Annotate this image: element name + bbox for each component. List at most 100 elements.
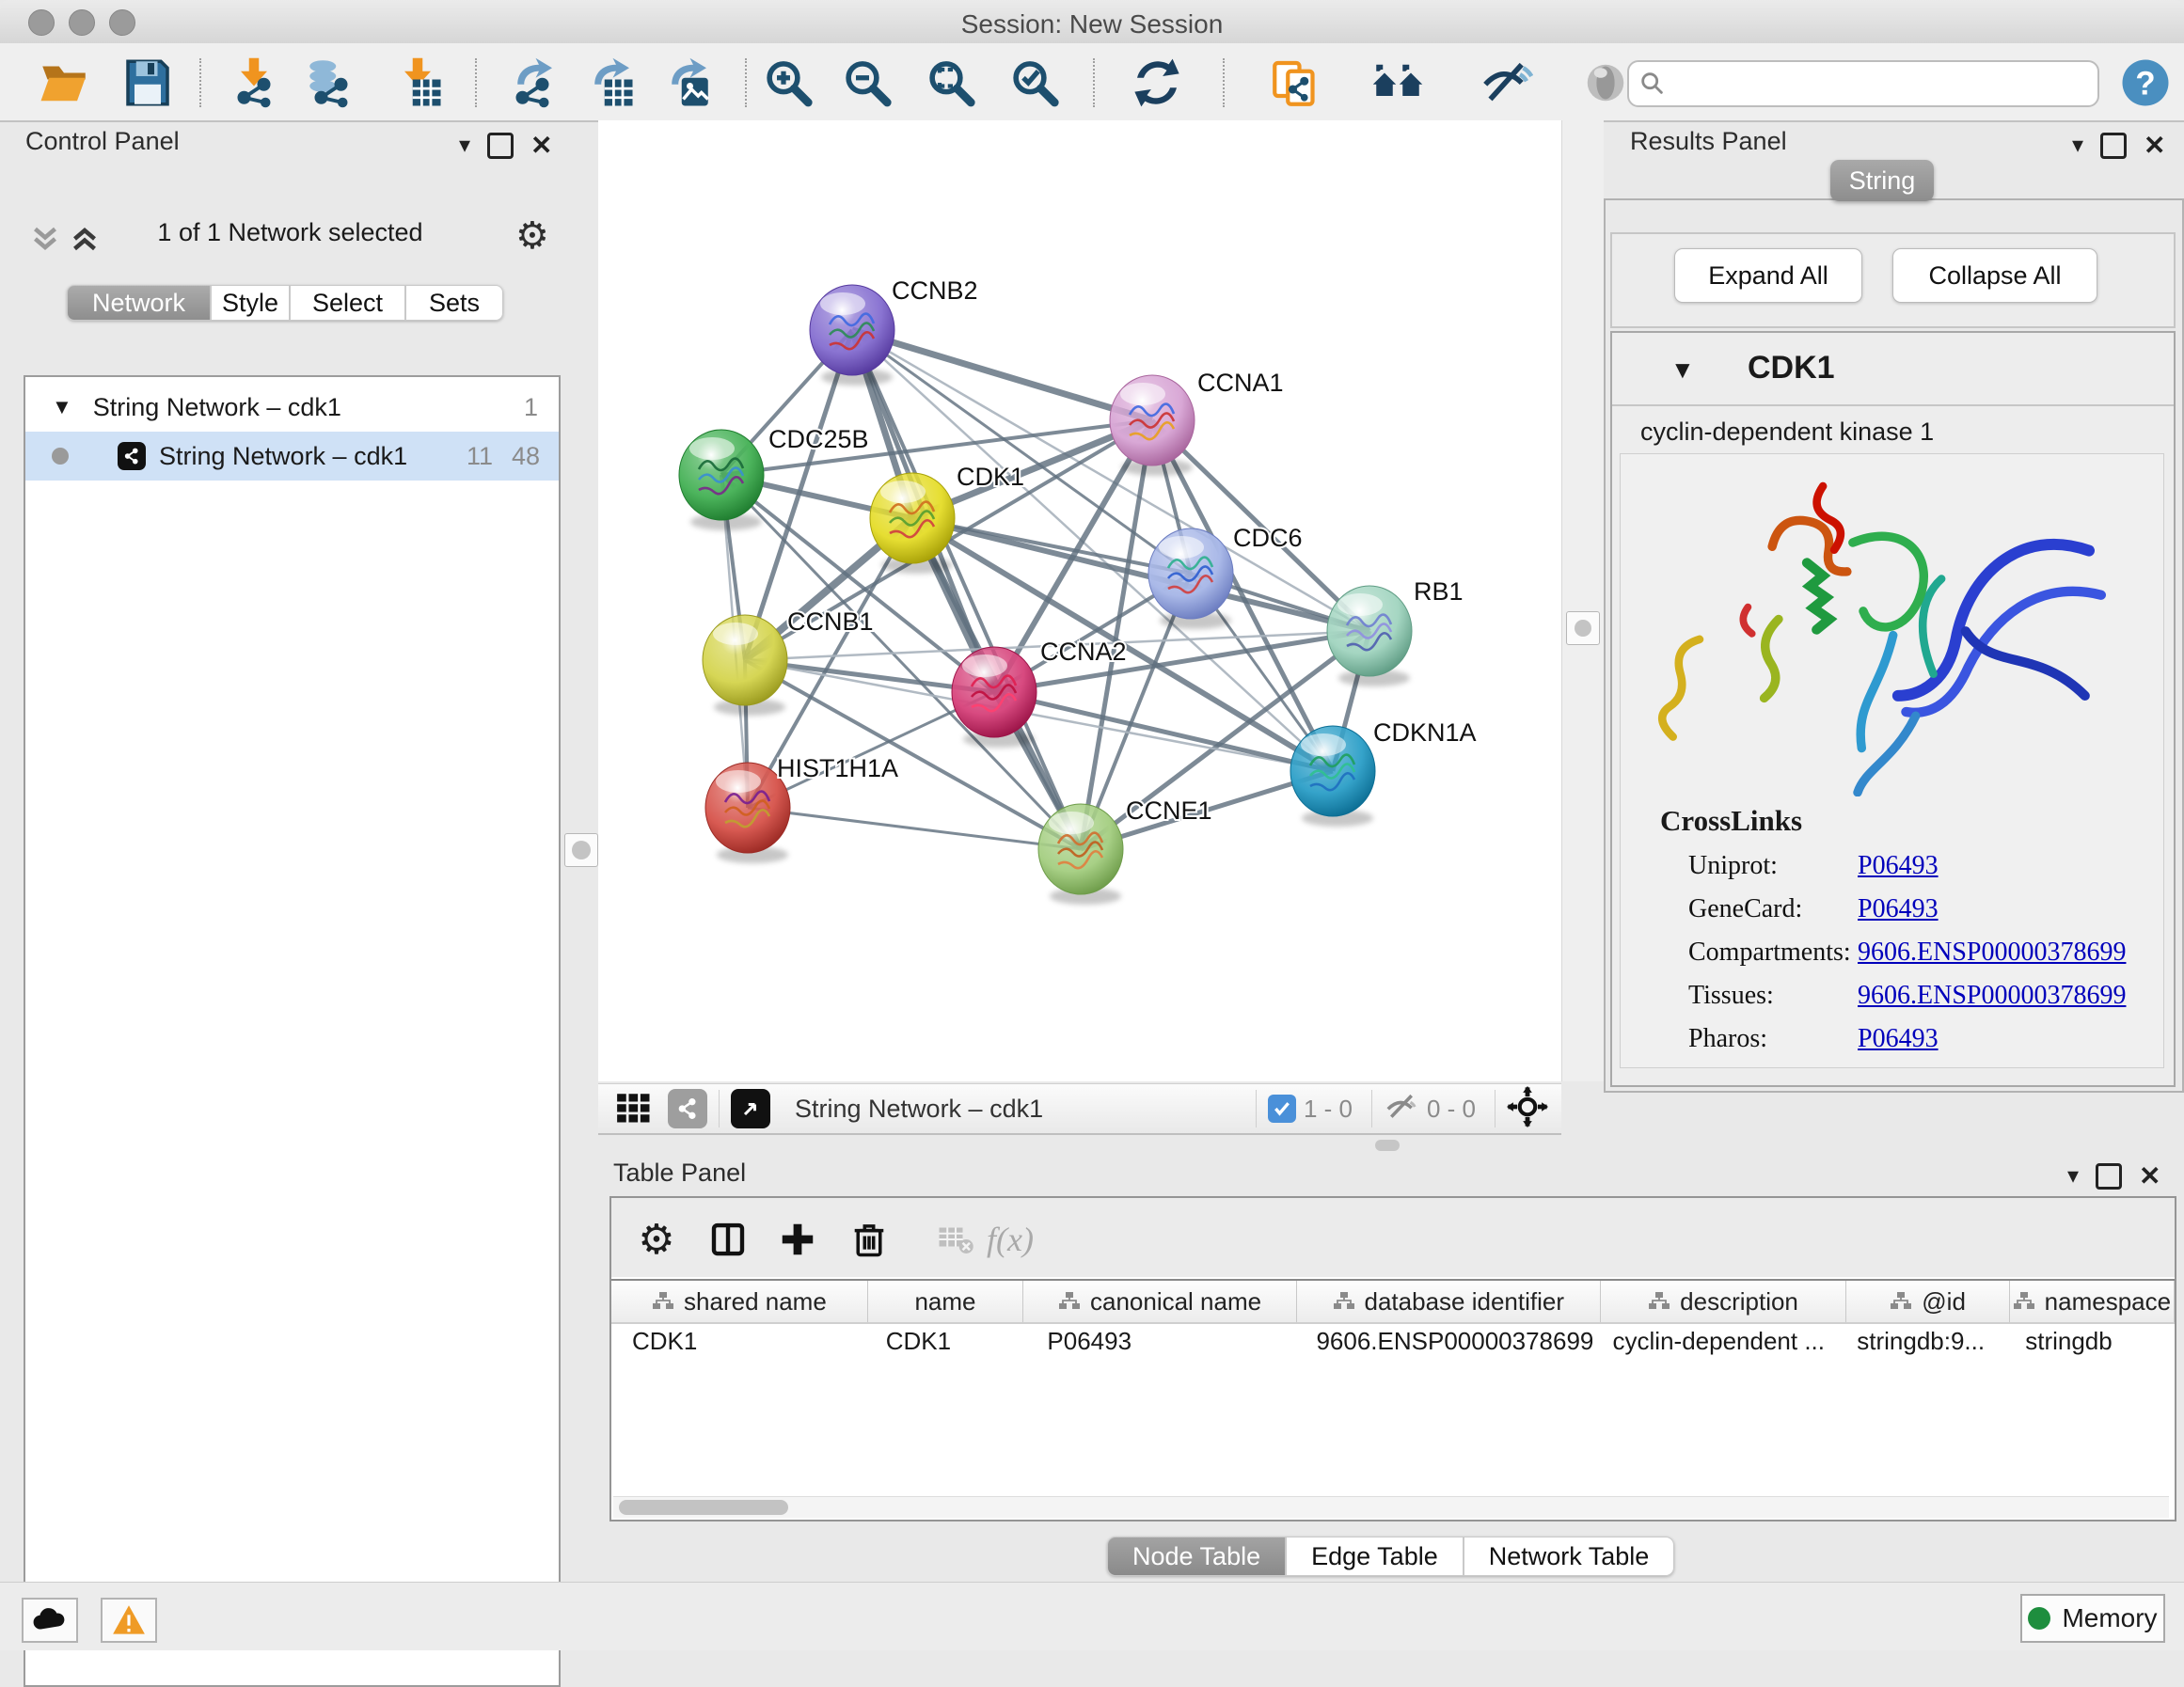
- node-cdk1[interactable]: CDK1: [870, 463, 1024, 574]
- network-collection-row[interactable]: ▼ String Network – cdk1 1: [25, 383, 559, 432]
- table-cell[interactable]: stringdb: [2004, 1322, 2175, 1360]
- node-ccna1[interactable]: CCNA1: [1110, 369, 1284, 476]
- horizontal-splitter-handle[interactable]: [1375, 1140, 1400, 1151]
- string-view-icon[interactable]: [668, 1089, 707, 1128]
- network-edge[interactable]: [852, 330, 1152, 420]
- column-header-namespace[interactable]: namespace: [2010, 1281, 2175, 1322]
- network-options-gear-icon[interactable]: ⚙: [515, 214, 549, 258]
- node-ccne1[interactable]: CCNE1: [1038, 796, 1212, 905]
- tab-network[interactable]: Network: [67, 285, 211, 321]
- export-network-button[interactable]: [505, 55, 560, 110]
- table-cell[interactable]: P06493: [1026, 1322, 1295, 1360]
- warning-button[interactable]: [101, 1598, 157, 1643]
- cdk1-section-header[interactable]: ▼ CDK1: [1612, 333, 2174, 406]
- node-hist1h1a[interactable]: HIST1H1A: [705, 754, 898, 863]
- section-caret-icon[interactable]: ▼: [1670, 355, 1695, 385]
- open-session-button[interactable]: [37, 55, 91, 110]
- control-panel-float-button[interactable]: [487, 133, 514, 159]
- left-splitter-handle[interactable]: [564, 833, 598, 867]
- search-box[interactable]: [1627, 60, 2099, 107]
- tab-style[interactable]: Style: [211, 285, 290, 321]
- refresh-button[interactable]: [1130, 55, 1184, 110]
- table-panel-menu-caret[interactable]: ▾: [2067, 1162, 2079, 1190]
- network-graph[interactable]: CCNB2CCNA1CDC25BCDK1CDC6RB1CCNB1CCNA2CDK…: [598, 120, 1561, 1081]
- column-header-id[interactable]: @id: [1846, 1281, 2009, 1322]
- node-rb1[interactable]: RB1: [1327, 577, 1464, 686]
- column-header-canonicalname[interactable]: canonical name: [1023, 1281, 1297, 1322]
- tab-select[interactable]: Select: [290, 285, 405, 321]
- import-network-file-button[interactable]: [227, 55, 281, 110]
- import-network-database-button[interactable]: [304, 55, 358, 110]
- delete-table-icon[interactable]: [931, 1215, 980, 1264]
- table-data-row[interactable]: CDK1CDK1P064939606.ENSP00000378699cyclin…: [611, 1322, 2175, 1360]
- crosslink-value-link[interactable]: 9606.ENSP00000378699: [1858, 981, 2126, 1011]
- table-panel-float-button[interactable]: [2096, 1163, 2122, 1190]
- control-panel-menu-caret[interactable]: ▾: [459, 132, 470, 159]
- crosslink-value-link[interactable]: 9606.ENSP00000378699: [1858, 938, 2126, 968]
- column-header-description[interactable]: description: [1601, 1281, 1847, 1322]
- birdseye-button[interactable]: [1370, 55, 1425, 110]
- results-panel-float-button[interactable]: [2100, 133, 2127, 159]
- selected-nodes-checkbox-icon[interactable]: [1268, 1095, 1296, 1123]
- search-input[interactable]: [1667, 69, 2065, 100]
- zoom-selected-button[interactable]: [1009, 55, 1064, 110]
- help-button[interactable]: ?: [2118, 55, 2173, 110]
- show-graphics-button[interactable]: [1578, 55, 1633, 110]
- results-panel-close-button[interactable]: ✕: [2144, 130, 2165, 161]
- collapse-all-button[interactable]: Collapse All: [1892, 248, 2097, 303]
- expand-all-button[interactable]: Expand All: [1674, 248, 1862, 303]
- crosslink-value-link[interactable]: P06493: [1858, 894, 1939, 924]
- delete-column-trash-icon[interactable]: [845, 1215, 894, 1264]
- crosslink-value-link[interactable]: P06493: [1858, 851, 1939, 881]
- zoom-out-button[interactable]: [842, 55, 896, 110]
- add-column-icon[interactable]: [773, 1215, 822, 1264]
- table-cell[interactable]: stringdb:9...: [1836, 1322, 2004, 1360]
- zoom-in-button[interactable]: [763, 55, 817, 110]
- scrollbar-thumb[interactable]: [619, 1500, 788, 1515]
- node-cdc6[interactable]: CDC6: [1148, 524, 1303, 629]
- right-splitter-handle[interactable]: [1566, 611, 1600, 645]
- tab-string[interactable]: String: [1830, 160, 1934, 201]
- table-horizontal-scrollbar[interactable]: [613, 1496, 2169, 1518]
- control-panel-close-button[interactable]: ✕: [530, 130, 552, 161]
- table-settings-gear-icon[interactable]: ⚙: [632, 1215, 681, 1264]
- results-panel-menu-caret[interactable]: ▾: [2072, 132, 2083, 159]
- column-header-sharedname[interactable]: shared name: [611, 1281, 868, 1322]
- cloud-button[interactable]: [22, 1598, 78, 1643]
- table-cell[interactable]: 9606.ENSP00000378699: [1295, 1322, 1591, 1360]
- crosslink-value-link[interactable]: P06493: [1858, 1024, 1939, 1054]
- network-row-selected[interactable]: String Network – cdk1 11 48: [25, 432, 559, 481]
- network-right-splitter[interactable]: [1561, 120, 1604, 1081]
- network-canvas[interactable]: CCNB2CCNA1CDC25BCDK1CDC6RB1CCNB1CCNA2CDK…: [598, 120, 1561, 1081]
- tab-network-table[interactable]: Network Table: [1464, 1537, 1675, 1576]
- tab-sets[interactable]: Sets: [405, 285, 503, 321]
- column-header-databaseidentifier[interactable]: database identifier: [1297, 1281, 1601, 1322]
- grid-view-icon[interactable]: [613, 1086, 655, 1132]
- save-session-button[interactable]: [120, 55, 175, 110]
- network-edge[interactable]: [748, 808, 1081, 849]
- column-header-name[interactable]: name: [868, 1281, 1023, 1322]
- tab-node-table[interactable]: Node Table: [1107, 1537, 1286, 1576]
- memory-button[interactable]: Memory: [2020, 1594, 2165, 1643]
- table-cell[interactable]: CDK1: [865, 1322, 1027, 1360]
- fit-content-crosshair-icon[interactable]: [1507, 1086, 1548, 1132]
- hide-graphics-button[interactable]: [1480, 55, 1534, 110]
- tab-edge-table[interactable]: Edge Table: [1286, 1537, 1464, 1576]
- show-columns-icon[interactable]: [704, 1215, 752, 1264]
- node-ccnb1[interactable]: CCNB1: [703, 607, 874, 716]
- clone-view-button[interactable]: [1269, 55, 1323, 110]
- import-table-file-button[interactable]: [390, 55, 445, 110]
- table-cell[interactable]: CDK1: [611, 1322, 865, 1360]
- zoom-fit-button[interactable]: [926, 55, 980, 110]
- table-header-row[interactable]: shared namenamecanonical namedatabase id…: [611, 1279, 2175, 1324]
- birdseye-view-icon[interactable]: [731, 1089, 770, 1128]
- export-image-button[interactable]: [659, 55, 714, 110]
- node-cdkn1a[interactable]: CDKN1A: [1290, 718, 1477, 827]
- table-panel-close-button[interactable]: ✕: [2139, 1160, 2160, 1191]
- table-cell[interactable]: cyclin-dependent ...: [1592, 1322, 1837, 1360]
- collection-caret-icon[interactable]: ▼: [52, 395, 72, 419]
- function-builder-button[interactable]: f(x): [986, 1215, 1035, 1264]
- export-table-button[interactable]: [582, 55, 637, 110]
- network-edge[interactable]: [994, 692, 1333, 771]
- table-panel-header: Table Panel ▾ ✕: [598, 1155, 2184, 1192]
